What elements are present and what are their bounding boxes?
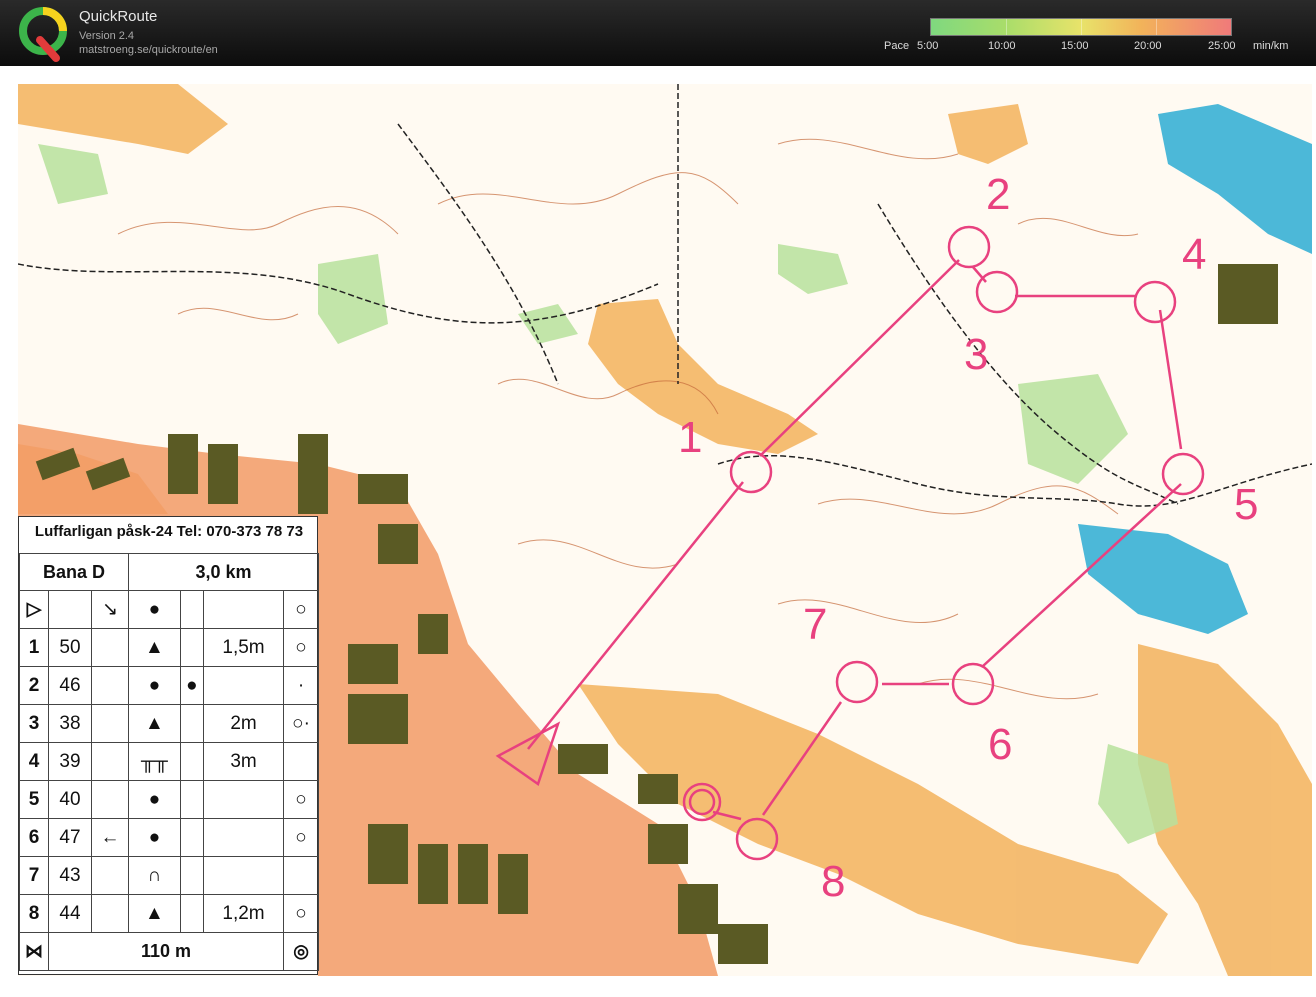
location-symbol-icon: ○ [283,590,319,629]
pace-label: Pace [884,40,910,52]
course-length: 3,0 km [128,553,319,591]
app-name: QuickRoute [79,8,158,25]
control-num: 8 [19,894,49,933]
start-symbol-icon: ▷ [19,590,49,629]
pace-tick: 15:00 [1061,40,1089,52]
pace-unit: min/km [1253,40,1289,52]
control-dimension [202,818,285,857]
control-num: 6 [19,818,49,857]
knoll-icon: ∩ [128,856,181,895]
control-dimension: 1,2m [202,894,285,933]
location-symbol-icon: ○ [283,628,319,667]
control-code: 44 [48,894,92,933]
quickroute-logo-icon [19,7,67,62]
boulder-icon: ▲ [128,894,181,933]
control-number: 1 [678,413,702,462]
control-number: 5 [1234,480,1258,529]
direction-arrow-icon: ↘ [90,590,130,629]
boulder-icon: ▲ [128,628,181,667]
control-code: 39 [48,742,92,781]
control-code: 46 [48,666,92,705]
control-number: 7 [803,600,827,649]
feature-dot-icon: ● [179,666,204,705]
control-code: 40 [48,780,92,819]
location-symbol-icon: ○ [283,818,319,857]
pace-tick: 10:00 [988,40,1016,52]
control-num: 4 [19,742,49,781]
course-name: Bana D [18,553,130,591]
control-number: 3 [964,330,988,379]
control-dimension: 1,5m [202,628,285,667]
app-header: QuickRoute Version 2.4 matstroeng.se/qui… [0,0,1316,66]
location-symbol-icon: ○ [283,780,319,819]
event-title: Luffarligan påsk-24 Tel: 070-373 78 73 [34,523,304,540]
control-code: 50 [48,628,92,667]
control-code: 38 [48,704,92,743]
feature-dot-icon: ● [128,818,181,857]
pace-tick: 5:00 [917,40,939,52]
location-symbol-icon: ○· [283,704,319,743]
control-num: 5 [19,780,49,819]
control-dimension [202,666,285,705]
arrow-left-icon: ← [90,818,130,857]
feature-dot-icon: ● [128,590,181,629]
control-number: 4 [1182,230,1206,279]
feature-dot-icon: ● [128,780,181,819]
feature-dot-icon: ● [128,666,181,705]
control-dimension [202,856,285,895]
control-num: 1 [19,628,49,667]
pace-tick: 20:00 [1134,40,1162,52]
finish-symbol-icon: ◎ [283,932,319,971]
control-code: 43 [48,856,92,895]
control-dimension: 2m [202,704,285,743]
pace-tick: 25:00 [1208,40,1236,52]
control-dimension [202,780,285,819]
location-symbol-icon: ○ [283,894,319,933]
app-version: Version 2.4 [79,30,135,42]
control-number: 8 [821,857,845,906]
location-symbol-icon: · [283,666,319,705]
control-number: 6 [988,720,1012,769]
control-num: 2 [19,666,49,705]
app-url[interactable]: matstroeng.se/quickroute/en [79,44,218,56]
control-table: Bana D 3,0 km ▷ ↘ ● ○ 1 50 ▲ 1,5m ○ 2 46… [18,553,319,971]
pace-color-scale [930,18,1232,36]
control-description-sheet: Luffarligan påsk-24 Tel: 070-373 78 73 B… [18,516,319,975]
boulder-icon: ▲ [128,704,181,743]
navigate-symbol-icon: ⋈ [19,932,49,971]
control-dimension: 3m [202,742,285,781]
control-code: 47 [48,818,92,857]
finish-distance: 110 m [47,932,285,971]
control-num: 7 [19,856,49,895]
cliff-icon: ╥╥ [128,742,181,781]
control-number: 2 [986,170,1010,219]
control-num: 3 [19,704,49,743]
